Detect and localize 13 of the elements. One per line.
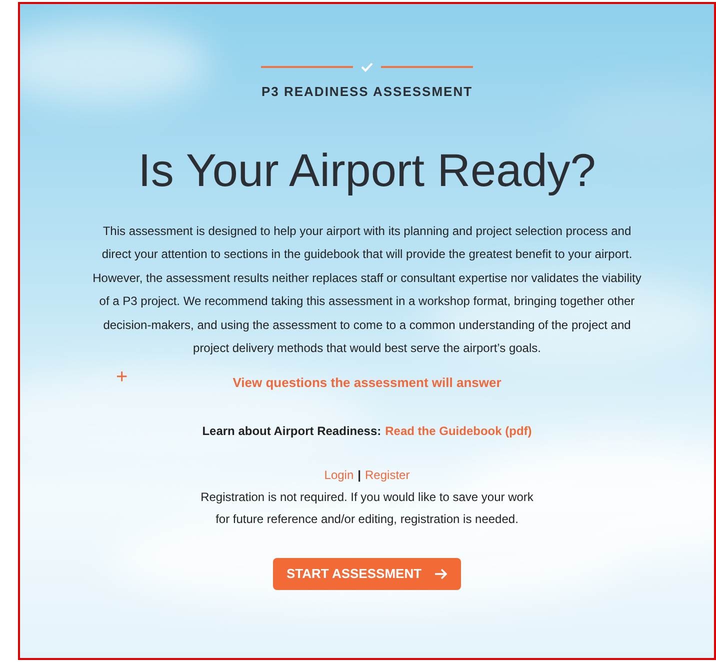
guidebook-link[interactable]: Read the Guidebook (pdf) [385, 422, 532, 440]
arrow-right-icon [434, 568, 448, 580]
login-link[interactable]: Login [324, 466, 354, 484]
register-link[interactable]: Register [365, 466, 410, 484]
questions-link[interactable]: View questions the assessment will answer [232, 372, 502, 392]
separator: | [358, 467, 362, 484]
intro-paragraph: This assessment is designed to help your airport with its planning and project selection process and direct your attention to sections in the guidebook that will provide the greatest benefit to your airport. However, the assessment results neither replaces staff or consultant expertise nor validates the viability of a P3 project. We recommend taking this assessment in a workshop format, bringing together other decision-makers, and using the assessment to come to a common understanding of the project and project delivery methods that would best serve the airport’s goals. [92, 222, 642, 357]
check-icon [361, 62, 373, 72]
registration-note: Registration is not required. If you would like to save your work for future reference and/or editing, registration is needed. [200, 489, 534, 528]
eyebrow-title: P3 READINESS ASSESSMENT [261, 83, 473, 101]
learn-label: Learn about Airport Readiness: [202, 423, 382, 440]
page-title: Is Your Airport Ready? [138, 142, 596, 198]
start-assessment-button[interactable]: START ASSESSMENT [273, 558, 461, 590]
